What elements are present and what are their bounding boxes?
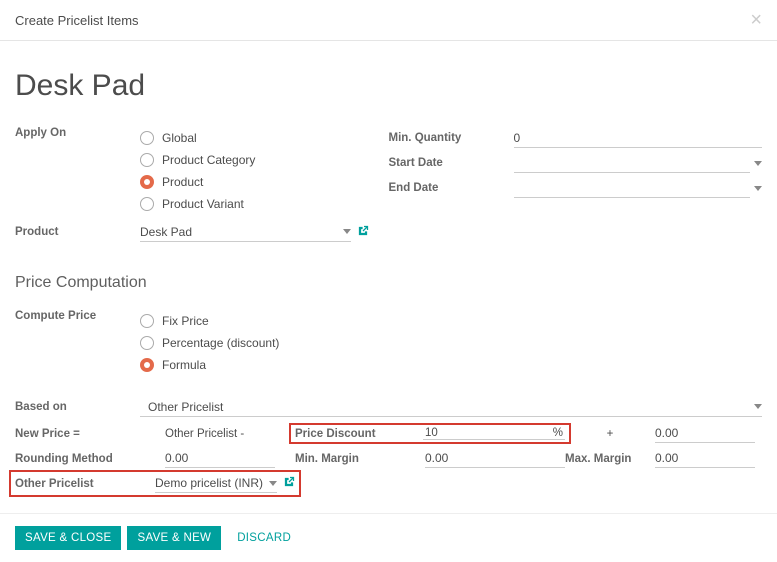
based-on-select[interactable]: Other Pricelist: [140, 398, 762, 417]
radio-percentage-label: Percentage (discount): [162, 336, 279, 350]
chevron-down-icon: [754, 186, 762, 191]
radio-icon: [140, 175, 154, 189]
other-pricelist-value: Demo pricelist (INR): [155, 476, 263, 490]
rounding-input[interactable]: [165, 449, 275, 468]
product-select[interactable]: Desk Pad: [140, 223, 351, 242]
price-discount-value: 10: [425, 427, 438, 439]
modal-title: Create Pricelist Items: [15, 13, 139, 28]
end-date-label: End Date: [389, 182, 514, 194]
price-discount-label: Price Discount: [295, 428, 413, 440]
based-on-value: Other Pricelist: [140, 400, 223, 414]
compute-price-label: Compute Price: [15, 310, 140, 322]
save-new-button[interactable]: SAVE & NEW: [127, 526, 221, 550]
radio-global-label: Global: [162, 131, 197, 145]
section-price-computation: Price Computation: [15, 274, 762, 292]
min-margin-label: Min. Margin: [295, 453, 425, 465]
max-margin-input[interactable]: [655, 449, 755, 468]
discard-button[interactable]: DISCARD: [227, 526, 301, 550]
external-link-icon[interactable]: [357, 225, 369, 240]
other-pricelist-select[interactable]: Demo pricelist (INR): [155, 474, 277, 493]
new-price-value: Other Pricelist -: [165, 428, 295, 440]
radio-variant-label: Product Variant: [162, 197, 244, 211]
chevron-down-icon: [754, 161, 762, 166]
radio-icon: [140, 314, 154, 328]
radio-formula[interactable]: Formula: [140, 354, 762, 376]
plus-sign: +: [565, 428, 655, 440]
min-quantity-label: Min. Quantity: [389, 132, 514, 144]
page-title: Desk Pad: [15, 69, 762, 103]
min-quantity-input[interactable]: [514, 129, 763, 148]
radio-icon: [140, 336, 154, 350]
price-discount-unit: %: [553, 427, 563, 439]
radio-fix-price[interactable]: Fix Price: [140, 310, 762, 332]
radio-percentage[interactable]: Percentage (discount): [140, 332, 762, 354]
radio-product-label: Product: [162, 175, 203, 189]
radio-icon: [140, 131, 154, 145]
chevron-down-icon: [343, 229, 351, 234]
save-close-button[interactable]: SAVE & CLOSE: [15, 526, 121, 550]
other-pricelist-label: Other Pricelist: [15, 478, 155, 490]
radio-icon: [140, 153, 154, 167]
start-date-label: Start Date: [389, 157, 514, 169]
radio-icon: [140, 197, 154, 211]
chevron-down-icon: [754, 404, 762, 409]
radio-category[interactable]: Product Category: [140, 149, 369, 171]
product-label: Product: [15, 226, 140, 238]
min-margin-input[interactable]: [425, 449, 565, 468]
rounding-label: Rounding Method: [15, 453, 165, 465]
end-date-input[interactable]: [514, 179, 751, 198]
apply-on-label: Apply On: [15, 127, 140, 139]
product-value: Desk Pad: [140, 225, 192, 239]
radio-category-label: Product Category: [162, 153, 255, 167]
price-discount-input[interactable]: 10 %: [423, 427, 565, 440]
max-margin-label: Max. Margin: [565, 453, 655, 465]
radio-product[interactable]: Product: [140, 171, 369, 193]
radio-formula-label: Formula: [162, 358, 206, 372]
radio-icon: [140, 358, 154, 372]
chevron-down-icon: [269, 481, 277, 486]
external-link-icon[interactable]: [283, 476, 295, 491]
new-price-label: New Price =: [15, 428, 165, 440]
radio-variant[interactable]: Product Variant: [140, 193, 369, 215]
close-icon[interactable]: ×: [750, 10, 762, 30]
start-date-input[interactable]: [514, 154, 751, 173]
radio-global[interactable]: Global: [140, 127, 369, 149]
based-on-label: Based on: [15, 401, 140, 413]
surcharge-input[interactable]: [655, 424, 755, 443]
radio-fix-label: Fix Price: [162, 314, 209, 328]
